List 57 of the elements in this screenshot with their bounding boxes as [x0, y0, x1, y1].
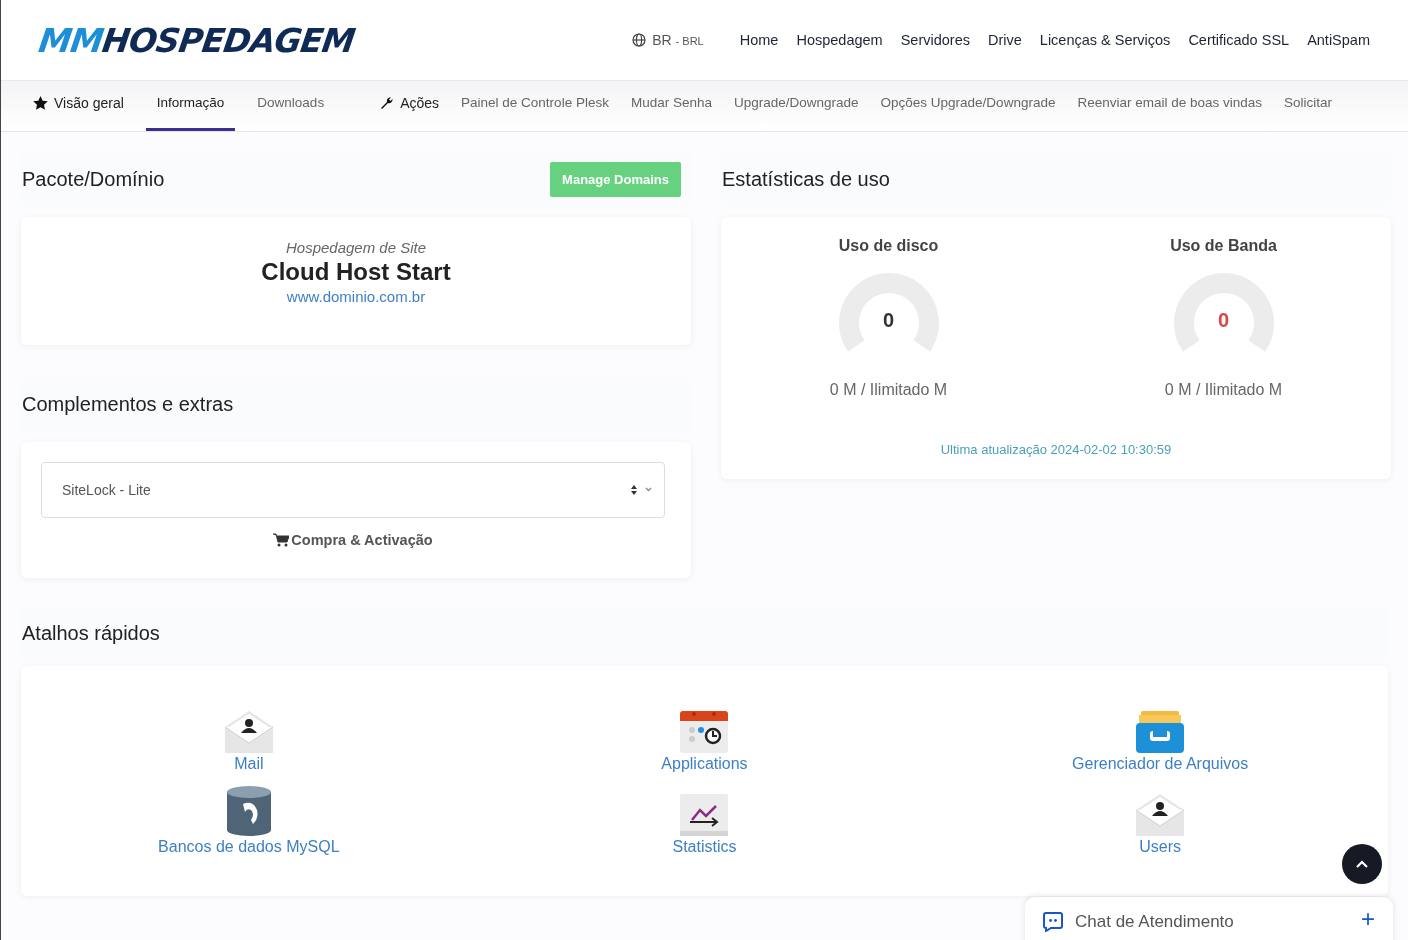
shortcut-link[interactable]: Bancos de dados MySQL	[158, 838, 340, 856]
nav-link[interactable]: Servidores	[900, 32, 970, 48]
section-title: Complementos e extras	[22, 393, 234, 416]
calendar-clock-icon	[680, 711, 729, 753]
addon-select[interactable]: SiteLock - Lite	[41, 462, 665, 518]
tab[interactable]: Reenviar email de boas vindas	[1077, 81, 1263, 131]
wrench-icon	[380, 95, 395, 110]
chat-label: Chat de Atendimento	[1075, 912, 1235, 932]
purchase-link[interactable]: Compra & Activação	[273, 532, 433, 548]
last-updated: Ultima atualização 2024-02-02 10:30:59	[939, 441, 1173, 459]
shortcut-link[interactable]: Mail	[234, 755, 264, 773]
line-chart-icon	[680, 794, 729, 836]
shortcut-link[interactable]: Users	[1139, 838, 1182, 856]
locale-selector[interactable]: BR - BRL	[652, 32, 704, 48]
tab[interactable]: Downloads	[257, 81, 325, 131]
tab[interactable]: Solicitar	[1284, 81, 1333, 131]
tab[interactable]: Mudar Senha	[630, 81, 712, 131]
star-icon	[33, 95, 48, 110]
tab[interactable]: Informação	[145, 81, 236, 131]
gauge-title: Uso de Banda	[1170, 237, 1277, 255]
section-title: Estatísticas de uso	[722, 168, 890, 191]
gauge-value: 0	[881, 309, 896, 332]
section-title: Pacote/Domínio	[22, 168, 165, 191]
gauge-value: 0	[1216, 309, 1231, 332]
nav-link[interactable]: AntiSpam	[1307, 32, 1370, 48]
tab[interactable]: Visão geral	[33, 81, 124, 131]
expand-button[interactable]: +	[1361, 905, 1375, 933]
tab[interactable]: Opções Upgrade/Downgrade	[880, 81, 1056, 131]
chat-widget[interactable]: Chat de Atendimento +	[1025, 897, 1393, 940]
tab[interactable]: Painel de Controle Plesk	[461, 81, 609, 131]
chevron-up-icon	[1355, 859, 1369, 869]
envelope-icon	[224, 709, 273, 753]
globe-icon	[632, 33, 647, 47]
chat-bubble-icon	[1043, 912, 1063, 932]
nav-link[interactable]: Hospedagem	[796, 32, 883, 48]
usage-reading: 0 M / Ilimitado M	[829, 381, 948, 399]
product-group: Hospedagem de Site	[285, 239, 427, 256]
gauge-title: Uso de disco	[838, 237, 939, 255]
logo[interactable]: MMHOSPEDAGEM	[36, 20, 357, 60]
product-name: Cloud Host Start	[261, 258, 451, 286]
cart-icon	[273, 533, 290, 547]
database-icon	[226, 786, 271, 836]
envelope-icon	[1136, 792, 1185, 836]
usage-reading: 0 M / Ilimitado M	[1164, 381, 1283, 399]
tab[interactable]: Upgrade/Downgrade	[733, 81, 859, 131]
folder-drawer-icon	[1136, 711, 1185, 753]
shortcut-link[interactable]: Applications	[661, 755, 748, 773]
domain-link[interactable]: www.dominio.com.br	[286, 288, 426, 305]
nav-link[interactable]: Home	[739, 32, 779, 48]
section-title: Atalhos rápidos	[22, 622, 160, 645]
nav-link[interactable]: Certificado SSL	[1188, 32, 1290, 48]
shortcut-link[interactable]: Gerenciador de Arquivos	[1072, 755, 1249, 773]
sort-caret-icon	[630, 484, 652, 496]
shortcut-link[interactable]: Statistics	[672, 838, 737, 856]
tab[interactable]: Ações	[380, 81, 440, 131]
nav-link[interactable]: Drive	[987, 32, 1022, 48]
nav-link[interactable]: Licenças & Serviços	[1039, 32, 1171, 48]
